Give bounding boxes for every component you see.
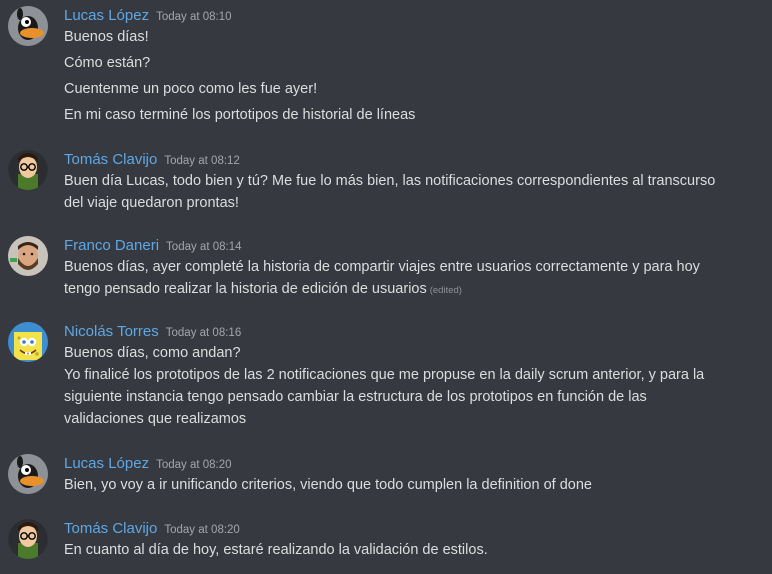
message-group: Tomás Clavijo Today at 08:12 Buen día Luc… [0, 150, 772, 216]
message-text: Buenos días, como andan? [64, 345, 241, 361]
timestamp[interactable]: Today at 08:20 [156, 459, 231, 471]
username[interactable]: Franco Daneri [64, 237, 159, 254]
daffy-duck-avatar[interactable] [8, 6, 48, 46]
message-group: Tomás Clavijo Today at 08:20 En cuanto al… [0, 519, 772, 563]
message-text: Buenos días, ayer completé la historia d… [64, 259, 700, 275]
message-text: validaciones que realizamos [64, 411, 247, 427]
message-text: Bien, yo voy a ir unificando criterios, … [64, 477, 592, 493]
username[interactable]: Nicolás Torres [64, 323, 159, 340]
timestamp[interactable]: Today at 08:14 [166, 241, 241, 253]
message-text: siguiente instancia tengo pensado cambia… [64, 389, 647, 405]
message-text: En cuanto al día de hoy, estaré realizan… [64, 542, 488, 558]
timestamp[interactable]: Today at 08:16 [166, 327, 241, 339]
daffy-duck-avatar[interactable] [8, 454, 48, 494]
message-text-span: tengo pensado realizar la historia de ed… [64, 281, 427, 297]
edited-label: (edited) [429, 285, 462, 296]
timestamp[interactable]: Today at 08:20 [164, 524, 239, 536]
timestamp[interactable]: Today at 08:12 [164, 155, 239, 167]
message-text: del viaje quedaron prontas! [64, 195, 239, 211]
cartoon-glasses-avatar[interactable] [8, 150, 48, 190]
message-text: tengo pensado realizar la historia de ed… [64, 278, 764, 302]
username[interactable]: Tomás Clavijo [64, 151, 157, 168]
message-group: Franco Daneri Today at 08:14 Buenos días,… [0, 236, 772, 302]
username[interactable]: Lucas López [64, 7, 149, 24]
message-text: Cómo están? [64, 55, 151, 71]
timestamp[interactable]: Today at 08:10 [156, 11, 231, 23]
message-text: Buenos días! [64, 29, 149, 45]
spongebob-avatar[interactable] [8, 322, 48, 362]
message-text: En mi caso terminé los portotipos de his… [64, 107, 416, 123]
username[interactable]: Tomás Clavijo [64, 520, 157, 537]
message-header: Lucas López Today at 08:20 [64, 454, 232, 474]
message-text: Cuentenme un poco como les fue ayer! [64, 81, 318, 97]
message-header: Nicolás Torres Today at 08:16 [64, 322, 241, 342]
cartoon-glasses-avatar[interactable] [8, 519, 48, 559]
message-header: Tomás Clavijo Today at 08:12 [64, 150, 240, 170]
message-text: Buen día Lucas, todo bien y tú? Me fue l… [64, 173, 716, 189]
message-group: Nicolás Torres Today at 08:16 Buenos días… [0, 322, 772, 432]
username[interactable]: Lucas López [64, 455, 149, 472]
message-header: Lucas López Today at 08:10 [64, 6, 232, 26]
message-text: Yo finalicé los prototipos de las 2 noti… [64, 367, 705, 383]
bearded-man-avatar[interactable] [8, 236, 48, 276]
message-header: Franco Daneri Today at 08:14 [64, 236, 242, 256]
message-group: Lucas López Today at 08:10 Buenos días! C… [0, 6, 772, 126]
message-group: Lucas López Today at 08:20 Bien, yo voy a… [0, 454, 772, 498]
message-header: Tomás Clavijo Today at 08:20 [64, 519, 240, 539]
